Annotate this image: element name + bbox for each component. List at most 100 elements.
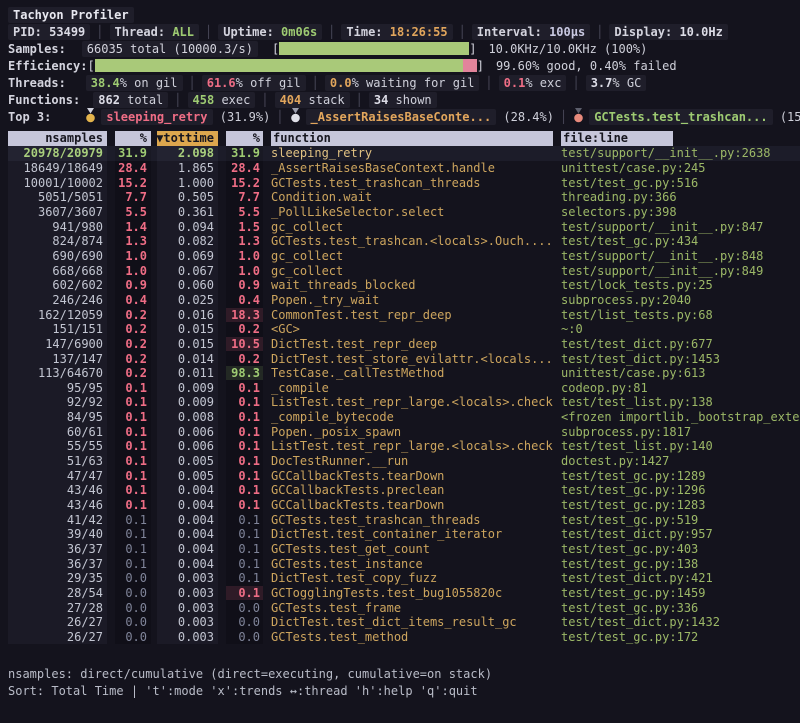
tottime-cell: 0.067 [157, 264, 218, 278]
thread-stat-unit: % GC [612, 76, 641, 90]
table-row[interactable]: 26/270.00.0030.0GCTests.test_methodtest/… [8, 630, 800, 645]
tottime-cell: 0.003 [157, 630, 218, 644]
bar-open-bracket: [ [87, 59, 94, 73]
table-row[interactable]: 602/6020.90.0600.9wait_threads_blockedte… [8, 278, 800, 293]
function-stat-unit: exec [214, 93, 250, 107]
table-row[interactable]: 95/950.10.0090.1_compilecodeop.py:81 [8, 381, 800, 396]
table-row[interactable]: 51/630.10.0050.1DocTestRunner.__rundocte… [8, 454, 800, 469]
table-row[interactable]: 29/350.00.0030.1DictTest.test_copy_fuzzt… [8, 571, 800, 586]
nsamples-cell: 18649/18649 [8, 161, 107, 175]
direct-pct-cell: 0.1 [115, 498, 151, 512]
table-row[interactable]: 668/6681.00.0671.0gc_collecttest/support… [8, 263, 800, 278]
table-row[interactable]: 5051/50517.70.5057.7Condition.waitthread… [8, 190, 800, 205]
status-line: PID: 53499 │ Thread: ALL │ Uptime: 0m06s… [8, 23, 800, 40]
table-row[interactable]: 26/270.00.0030.0DictTest.test_dict_items… [8, 615, 800, 630]
direct-pct-cell: 1.0 [115, 249, 151, 263]
table-row[interactable]: 113/646700.20.01198.3TestCase._callTestM… [8, 366, 800, 381]
file-line-cell: <frozen importlib._bootstrap_external [561, 410, 800, 424]
table-row[interactable]: 47/470.10.0050.1GCCallbackTests.tearDown… [8, 468, 800, 483]
table-row[interactable]: 20978/2097931.92.09831.9sleeping_retryte… [8, 146, 800, 161]
function-stat-unit: stack [301, 93, 344, 107]
cumulative-pct-cell: 0.1 [226, 498, 263, 512]
table-row[interactable]: 151/1510.20.0150.2<GC>~:0 [8, 322, 800, 337]
app-title: Tachyon Profiler [8, 7, 134, 23]
function-cell: Condition.wait [271, 190, 553, 204]
thread-stat-value: 0.0 [330, 76, 352, 90]
column-header-file[interactable]: file:line [561, 131, 673, 146]
table-row[interactable]: 137/1470.20.0140.2DictTest.test_store_ev… [8, 351, 800, 366]
table-row[interactable]: 92/920.10.0090.1ListTest.test_repr_large… [8, 395, 800, 410]
table-row[interactable]: 10001/1000215.21.00015.2GCTests.test_tra… [8, 175, 800, 190]
functions-label: Functions: [8, 93, 80, 107]
column-header-pct2[interactable]: % [226, 131, 263, 146]
direct-pct-cell: 0.0 [115, 601, 151, 615]
table-row[interactable]: 147/69000.20.01510.5DictTest.test_repr_d… [8, 337, 800, 352]
tottime-cell: 0.505 [157, 190, 218, 204]
direct-pct-cell: 0.2 [115, 322, 151, 336]
cumulative-pct-cell: 0.1 [226, 571, 263, 585]
function-cell: _compile [271, 381, 553, 395]
table-row[interactable]: 246/2460.40.0250.4Popen._try_waitsubproc… [8, 293, 800, 308]
top-function-pct: (15.2%) [773, 110, 800, 124]
nsamples-cell: 602/602 [8, 278, 107, 292]
time-label: Time: [346, 25, 382, 39]
table-row[interactable]: 3607/36075.50.3615.5_PollLikeSelector.se… [8, 205, 800, 220]
table-row[interactable]: 60/610.10.0060.1Popen._posix_spawnsubpro… [8, 424, 800, 439]
thread-stat: 38.4% on gil [86, 75, 183, 91]
cumulative-pct-cell: 0.0 [226, 601, 263, 615]
file-line-cell: test/test_gc.py:1283 [561, 498, 800, 512]
table-row[interactable]: 39/400.10.0040.1DictTest.test_container_… [8, 527, 800, 542]
cumulative-pct-cell: 0.1 [226, 513, 263, 527]
table-row[interactable]: 41/420.10.0040.1GCTests.test_trashcan_th… [8, 512, 800, 527]
table-row[interactable]: 18649/1864928.41.86528.4_AssertRaisesBas… [8, 161, 800, 176]
table-row[interactable]: 55/550.10.0060.1ListTest.test_repr_large… [8, 439, 800, 454]
function-cell: wait_threads_blocked [271, 278, 553, 292]
column-header-function[interactable]: function [271, 131, 553, 146]
cumulative-pct-cell: 1.3 [226, 234, 263, 248]
direct-pct-cell: 0.1 [115, 513, 151, 527]
table-row[interactable]: 28/540.00.0030.1GCTogglingTests.test_bug… [8, 586, 800, 601]
table-row[interactable]: 27/280.00.0030.0GCTests.test_frametest/t… [8, 600, 800, 615]
thread-stat-value: 0.1 [504, 76, 526, 90]
function-cell: TestCase._callTestMethod [271, 366, 553, 380]
top-function-entry[interactable]: _AssertRaisesBaseConte... (28.4%) [290, 108, 554, 126]
function-cell: GCTests.test_instance [271, 557, 553, 571]
column-header-tottime-sorted[interactable]: ▼tottime [157, 131, 218, 146]
table-row[interactable]: 36/370.10.0040.1GCTests.test_instancetes… [8, 556, 800, 571]
footer-hint-nsamples: nsamples: direct/cumulative (direct=exec… [8, 665, 800, 682]
table-row[interactable]: 690/6901.00.0691.0gc_collecttest/support… [8, 249, 800, 264]
table-row[interactable]: 162/120590.20.01618.3CommonTest.test_rep… [8, 307, 800, 322]
cumulative-pct-cell: 98.3 [226, 366, 263, 380]
column-header-pct1[interactable]: % [115, 131, 151, 146]
function-stat-unit: total [120, 93, 163, 107]
file-line-cell: test/test_dict.py:1432 [561, 615, 800, 629]
thread-stat-value: 61.6 [207, 76, 236, 90]
cumulative-pct-cell: 0.1 [226, 381, 263, 395]
column-header-nsamples[interactable]: nsamples [8, 131, 107, 146]
function-cell: Popen._try_wait [271, 293, 553, 307]
cumulative-pct-cell: 0.0 [226, 615, 263, 629]
cumulative-pct-cell: 0.1 [226, 395, 263, 409]
function-cell: sleeping_retry [271, 146, 553, 160]
table-header-row: nsamples % ▼tottime % function file:line [8, 130, 800, 146]
top-function-entry[interactable]: sleeping_retry (31.9%) [85, 108, 270, 126]
cumulative-pct-cell: 0.0 [226, 630, 263, 644]
file-line-cell: test/test_gc.py:519 [561, 513, 800, 527]
divider: │ [255, 93, 274, 107]
tottime-cell: 0.004 [157, 557, 218, 571]
top-function-entry[interactable]: GCTests.test_trashcan... (15.2%) [573, 108, 800, 126]
table-row[interactable]: 824/8741.30.0821.3GCTests.test_trashcan.… [8, 234, 800, 249]
table-row[interactable]: 941/9801.40.0941.5gc_collecttest/support… [8, 219, 800, 234]
tottime-cell: 0.361 [157, 205, 218, 219]
table-row[interactable]: 43/460.10.0040.1GCCallbackTests.preclean… [8, 483, 800, 498]
file-line-cell: test/test_gc.py:1459 [561, 586, 800, 600]
function-cell: CommonTest.test_repr_deep [271, 308, 553, 322]
table-row[interactable]: 43/460.10.0040.1GCCallbackTests.tearDown… [8, 498, 800, 513]
cumulative-pct-cell: 0.1 [226, 439, 263, 453]
table-row[interactable]: 84/950.10.0080.1_compile_bytecode<frozen… [8, 410, 800, 425]
bar-open-bracket: [ [272, 42, 279, 56]
tottime-cell: 0.005 [157, 469, 218, 483]
nsamples-cell: 162/12059 [8, 308, 107, 322]
table-row[interactable]: 36/370.10.0040.1GCTests.test_get_countte… [8, 542, 800, 557]
direct-pct-cell: 0.1 [115, 395, 151, 409]
